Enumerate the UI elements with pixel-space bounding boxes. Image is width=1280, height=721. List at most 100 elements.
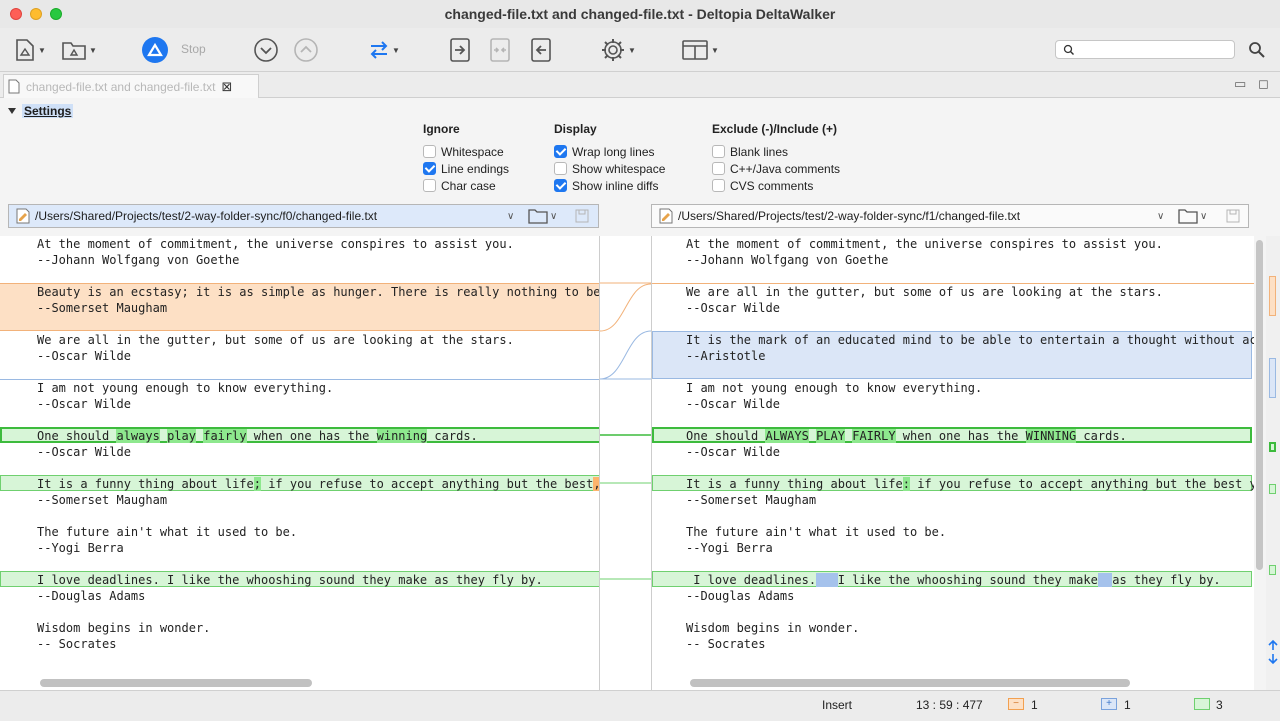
text-line: We are all in the gutter, but some of us…	[37, 333, 514, 347]
option-label: CVS comments	[730, 178, 814, 193]
changed-count-icon	[1194, 698, 1210, 710]
blank-lines-checkbox[interactable]	[712, 145, 725, 158]
minimize-window-button[interactable]	[30, 8, 42, 20]
left-path-bar[interactable]: /Users/Shared/Projects/test/2-way-folder…	[8, 204, 599, 228]
show-inline-diffs-option[interactable]: Show inline diffs	[554, 177, 665, 194]
chevron-down-icon: ▼	[392, 45, 400, 55]
tab-comparison[interactable]: changed-file.txt and changed-file.txt ⊠	[3, 74, 259, 98]
right-path-bar[interactable]: /Users/Shared/Projects/test/2-way-folder…	[651, 204, 1249, 228]
text-line: --Yogi Berra	[686, 541, 773, 555]
compare-button[interactable]	[141, 35, 169, 65]
open-folder-icon	[62, 42, 86, 60]
next-diff-button[interactable]	[253, 35, 279, 65]
search-button[interactable]	[1248, 35, 1266, 65]
text-line: One should always play fairly when one h…	[37, 429, 478, 443]
show-whitespace-checkbox[interactable]	[554, 162, 567, 175]
layout-icon	[682, 40, 708, 60]
wrap-long-lines-checkbox[interactable]	[554, 145, 567, 158]
compare-logo-icon	[142, 37, 168, 63]
open-folder-button[interactable]: ▼	[61, 35, 97, 65]
show-inline-diffs-checkbox[interactable]	[554, 179, 567, 192]
left-text-pane[interactable]: At the moment of commitment, the univers…	[0, 236, 600, 690]
overview-changed-marker[interactable]	[1269, 484, 1276, 494]
ignore-whitespace-option[interactable]: Whitespace	[423, 143, 509, 160]
folder-icon[interactable]	[528, 208, 548, 224]
prev-diff-button[interactable]	[293, 35, 319, 65]
text-line: --Oscar Wilde	[686, 397, 780, 411]
blank-lines-option[interactable]: Blank lines	[712, 143, 840, 160]
cvs-comments-option[interactable]: CVS comments	[712, 177, 840, 194]
path-history-chevron-icon[interactable]: ∨	[1157, 211, 1164, 222]
merge-button[interactable]	[489, 35, 511, 65]
inline-diff-highlight: PLAY	[816, 429, 845, 443]
merge-icon	[490, 38, 510, 62]
cursor-position: 13 : 59 : 477	[916, 698, 983, 712]
text-line: At the moment of commitment, the univers…	[686, 237, 1163, 251]
save-icon[interactable]	[575, 209, 589, 223]
wrap-long-lines-option[interactable]: Wrap long lines	[554, 143, 665, 160]
ignore-char-case-checkbox[interactable]	[423, 179, 436, 192]
layout-button[interactable]: ▼	[681, 35, 719, 65]
search-input[interactable]	[1078, 41, 1228, 58]
search-icon	[1063, 44, 1074, 55]
inline-diff-highlight	[816, 573, 838, 587]
text-line: --Somerset Maugham	[37, 301, 168, 315]
copy-right-button[interactable]	[449, 35, 471, 65]
text-file-icon	[16, 208, 30, 224]
cpp-java-comments-option[interactable]: C++/Java comments	[712, 160, 840, 177]
maximize-pane-icon[interactable]: ◻	[1258, 76, 1269, 92]
close-tab-icon[interactable]: ⊠	[221, 79, 232, 95]
window-title: changed-file.txt and changed-file.txt - …	[444, 6, 836, 22]
right-text-pane[interactable]: At the moment of commitment, the univers…	[651, 236, 1254, 690]
right-horizontal-scrollbar[interactable]	[690, 679, 1130, 687]
chevron-down-icon[interactable]: ∨	[550, 211, 557, 222]
text-line: --Oscar Wilde	[686, 445, 780, 459]
new-compare-button[interactable]: ▼	[14, 35, 46, 65]
disclosure-triangle-icon	[8, 108, 16, 114]
stop-button[interactable]: Stop	[181, 42, 206, 56]
text-line: At the moment of commitment, the univers…	[37, 237, 514, 251]
inline-diff-highlight: play	[167, 429, 196, 443]
inline-diff-highlight: fairly	[203, 429, 247, 443]
chevron-down-icon[interactable]: ∨	[1200, 211, 1207, 222]
overview-changed-marker[interactable]	[1269, 565, 1276, 575]
overview-changed-marker[interactable]	[1269, 442, 1276, 452]
chevron-down-icon: ▼	[628, 45, 636, 55]
text-line: I love deadlines. I like the whooshing s…	[37, 573, 543, 587]
maximize-window-button[interactable]	[50, 8, 62, 20]
inline-diff-highlight: ALWAYS	[765, 429, 809, 443]
changed-count: 3	[1216, 698, 1223, 712]
toolbar: ▼ ▼ Stop ▼ ▼ ▼	[0, 28, 1280, 72]
settings-label: Settings	[22, 104, 74, 118]
ignore-whitespace-checkbox[interactable]	[423, 145, 436, 158]
close-window-button[interactable]	[10, 8, 22, 20]
ignore-line-endings-checkbox[interactable]	[423, 162, 436, 175]
ignore-line-endings-option[interactable]: Line endings	[423, 160, 509, 177]
copy-left-button[interactable]	[530, 35, 552, 65]
overview-added-marker[interactable]	[1269, 358, 1276, 398]
path-history-chevron-icon[interactable]: ∨	[507, 211, 514, 222]
overview-removed-marker[interactable]	[1269, 276, 1276, 316]
prev-change-arrow-icon[interactable]	[1266, 639, 1280, 651]
diff-overview-ruler[interactable]	[1266, 236, 1280, 690]
minimize-pane-icon[interactable]: ▭	[1234, 76, 1246, 92]
option-label: Whitespace	[441, 144, 504, 159]
next-change-arrow-icon[interactable]	[1266, 653, 1280, 665]
text-line: I am not young enough to know everything…	[37, 381, 334, 395]
save-icon[interactable]	[1226, 209, 1240, 223]
settings-button[interactable]: ▼	[600, 35, 636, 65]
folder-icon[interactable]	[1178, 208, 1198, 224]
vertical-scrollbar[interactable]	[1256, 240, 1263, 570]
text-line: Beauty is an ecstasy; it is as simple as…	[37, 285, 600, 299]
left-horizontal-scrollbar[interactable]	[40, 679, 312, 687]
search-field[interactable]	[1055, 40, 1235, 59]
cpp-java-comments-checkbox[interactable]	[712, 162, 725, 175]
settings-section-toggle[interactable]: Settings	[8, 104, 74, 118]
show-whitespace-option[interactable]: Show whitespace	[554, 160, 665, 177]
text-line: --Somerset Maugham	[37, 493, 168, 507]
ignore-char-case-option[interactable]: Char case	[423, 177, 509, 194]
copy-right-icon	[450, 38, 470, 62]
search-icon	[1249, 42, 1265, 58]
swap-sides-button[interactable]: ▼	[368, 35, 400, 65]
cvs-comments-checkbox[interactable]	[712, 179, 725, 192]
